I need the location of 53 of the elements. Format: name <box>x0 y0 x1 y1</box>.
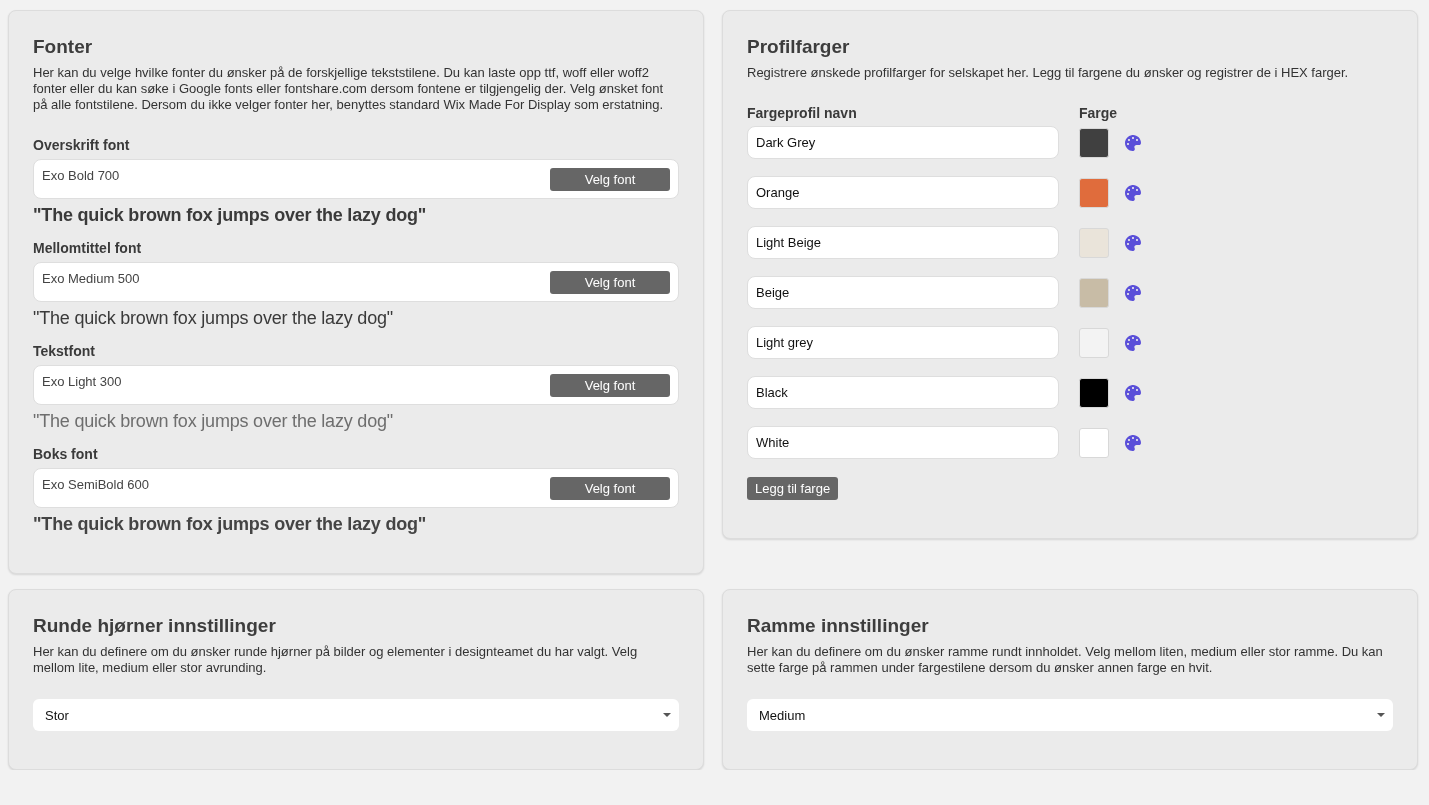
panel-title: Ramme innstillinger <box>747 614 929 638</box>
color-name-input[interactable]: Light grey <box>747 326 1059 359</box>
color-name-input[interactable]: Beige <box>747 276 1059 309</box>
panel-description: Registrere ønskede profilfarger for selskapet her. Legg til fargene du ønsker og registrer de i HEX farger. <box>747 65 1350 81</box>
panel-title: Fonter <box>33 35 93 59</box>
font-sample: "The quick brown fox jumps over the lazy dog" <box>33 307 393 329</box>
choose-font-button[interactable]: Velg font <box>550 477 670 500</box>
color-swatch[interactable] <box>1079 127 1109 158</box>
color-swatch[interactable] <box>1079 377 1109 408</box>
field-label: Tekstfont <box>33 343 95 359</box>
dropdown-select[interactable]: Medium <box>747 699 1393 731</box>
panel-description: Her kan du definere om du ønsker ramme rundt innholdet. Velg mellom liten, medium eller stor ramme. Du kan sette farge på rammen under fargestilene dersom du ønsker annen farge en hvit. <box>747 644 1384 676</box>
font-sample: "The quick brown fox jumps over the lazy dog" <box>33 513 427 535</box>
color-name-input[interactable]: Orange <box>747 176 1059 209</box>
choose-font-button[interactable]: Velg font <box>550 168 670 191</box>
panel-description: Her kan du velge hvilke fonter du ønsker på de forskjellige tekststilene. Du kan laste opp ttf, woff eller woff2 fonter eller du kan søke i Google fonts eller fontshare.com dersom fontene er tilgjengelig der. Velg ønsket font på alle fontstilene. Dersom du ikke velger fonter her, benyttes standard Wix Made For Display som erstatning. <box>33 65 665 113</box>
panel-description: Her kan du definere om du ønsker runde hjørner på bilder og elementer i designteamet du har valgt. Velg mellom lite, medium eller stor avrunding. <box>33 644 639 676</box>
font-name: Exo Light 300 <box>42 373 122 391</box>
color-swatch[interactable] <box>1079 427 1109 458</box>
panel-title: Runde hjørner innstillinger <box>33 614 276 638</box>
font-sample: "The quick brown fox jumps over the lazy dog" <box>33 204 427 226</box>
caret-icon <box>663 713 671 717</box>
add-color-button[interactable]: Legg til farge <box>747 477 839 500</box>
select-value: Medium <box>759 707 806 723</box>
palette-icon[interactable] <box>1125 334 1141 351</box>
choose-font-button[interactable]: Velg font <box>550 374 670 397</box>
panel-title: Profilfarger <box>747 35 850 59</box>
palette-icon[interactable] <box>1125 234 1141 251</box>
column-header: Farge <box>1079 105 1118 121</box>
field-label: Boks font <box>33 446 98 462</box>
field-label: Mellomtittel font <box>33 240 142 256</box>
column-header: Fargeprofil navn <box>747 105 857 121</box>
palette-icon[interactable] <box>1125 184 1141 201</box>
color-name-input[interactable]: Black <box>747 376 1059 409</box>
palette-icon[interactable] <box>1125 434 1141 451</box>
color-name-input[interactable]: Dark Grey <box>747 126 1059 159</box>
palette-icon[interactable] <box>1125 284 1141 301</box>
color-name-input[interactable]: White <box>747 426 1059 459</box>
font-name: Exo Bold 700 <box>42 167 120 185</box>
caret-icon <box>1377 713 1385 717</box>
color-name-input[interactable]: Light Beige <box>747 226 1059 259</box>
choose-font-button[interactable]: Velg font <box>550 271 670 294</box>
font-name: Exo SemiBold 600 <box>42 476 149 494</box>
dropdown-select[interactable]: Stor <box>33 699 679 731</box>
font-sample: "The quick brown fox jumps over the lazy dog" <box>33 410 393 432</box>
select-value: Stor <box>45 707 69 723</box>
palette-icon[interactable] <box>1125 384 1141 401</box>
color-swatch[interactable] <box>1079 327 1109 358</box>
palette-icon[interactable] <box>1125 134 1141 151</box>
color-swatch[interactable] <box>1079 277 1109 308</box>
color-swatch[interactable] <box>1079 177 1109 208</box>
field-label: Overskrift font <box>33 137 130 153</box>
font-name: Exo Medium 500 <box>42 270 140 288</box>
